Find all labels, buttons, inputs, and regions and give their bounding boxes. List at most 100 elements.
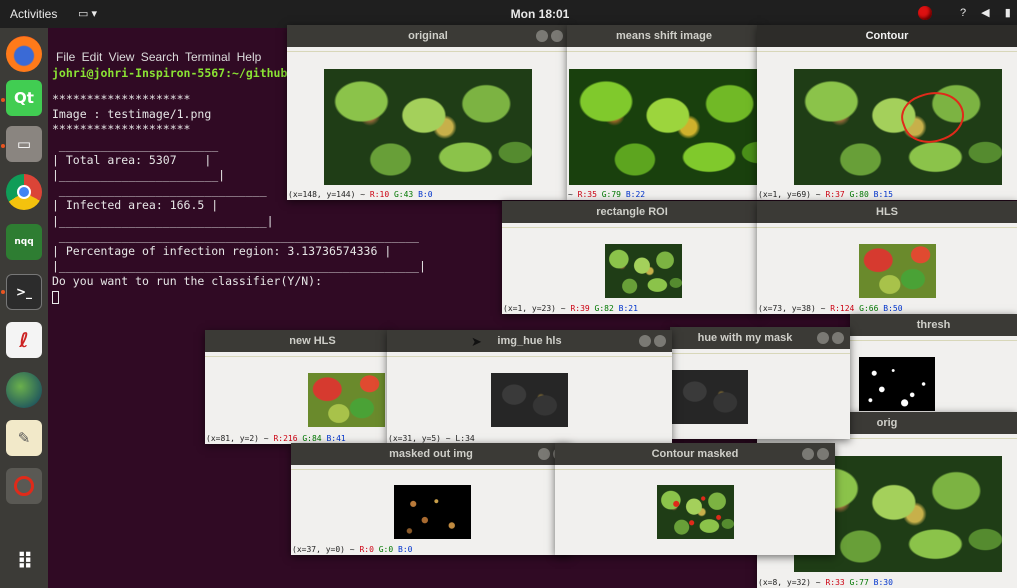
pixel-status: (x=1, y=69) ~ R:37 G:80 B:15 <box>758 190 893 199</box>
close-button[interactable] <box>551 30 563 42</box>
window-img-hue-hls[interactable]: img_hue hls (x=31, y=5) ~ L:34 <box>387 330 672 444</box>
hue-image <box>672 370 748 424</box>
toolbar-separator <box>291 469 571 470</box>
disabled-app-icon[interactable] <box>6 468 42 504</box>
terminal-line: | Infected area: 166.5 | <box>52 198 219 213</box>
window-title: Contour <box>865 30 909 42</box>
titlebar[interactable]: masked out img <box>291 443 571 465</box>
window-title: new HLS <box>289 335 336 347</box>
titlebar[interactable]: hue with my mask <box>670 327 850 349</box>
toolbar-separator <box>287 51 569 52</box>
leaf-image <box>794 69 1002 185</box>
titlebar[interactable]: new HLS <box>205 330 390 352</box>
system-tray[interactable]: ? ◀ ▮ <box>960 6 1017 19</box>
terminal-icon[interactable]: >_ <box>6 274 42 310</box>
window-title: img_hue hls <box>497 335 562 347</box>
top-bar: Activities ▭ ▾ Mon 18:01 ? ◀ ▮ <box>0 0 1017 28</box>
window-contour-masked[interactable]: Contour masked <box>555 443 835 555</box>
running-indicator <box>1 144 5 148</box>
clock[interactable]: Mon 18:01 <box>490 7 590 21</box>
hue-image <box>491 373 568 427</box>
terminal-line: ________________________________________… <box>52 228 419 243</box>
leaf-image <box>324 69 532 185</box>
leaf-image <box>859 244 936 298</box>
window-hue-with-mask[interactable]: hue with my mask <box>670 327 850 439</box>
close-button[interactable] <box>654 335 666 347</box>
window-original[interactable]: original (x=148, y=144) ~ R:10 G:43 B:0 <box>287 25 569 200</box>
masked-image <box>394 485 471 539</box>
titlebar[interactable]: Contour masked <box>555 443 835 465</box>
pixel-status: (x=8, y=32) ~ R:33 G:77 B:30 <box>758 578 893 587</box>
titlebar[interactable]: img_hue hls <box>387 330 672 352</box>
toolbar-separator <box>502 227 762 228</box>
window-new-hls[interactable]: new HLS (x=81, y=2) ~ R:216 G:84 B:41 <box>205 330 390 444</box>
window-title: means shift image <box>616 30 712 42</box>
pixel-status: (x=1, y=23) ~ R:39 G:82 B:21 <box>503 304 638 313</box>
titlebar[interactable]: thresh <box>850 314 1017 336</box>
window-rectangle-roi[interactable]: rectangle ROI (x=1, y=23) ~ R:39 G:82 B:… <box>502 201 762 314</box>
pixel-status: ~ R:35 G:79 B:22 <box>568 190 646 199</box>
terminal-menubar[interactable]: File Edit View Search Terminal Help <box>56 50 261 64</box>
files-icon[interactable]: ▭ <box>6 126 42 162</box>
toolbar-separator <box>670 353 850 354</box>
terminal-line: Do you want to run the classifier(Y/N): <box>52 274 323 289</box>
window-title: masked out img <box>389 448 473 460</box>
window-hls[interactable]: HLS (x=73, y=38) ~ R:124 G:66 B:50 <box>757 201 1017 314</box>
leaf-image <box>657 485 734 539</box>
terminal-prompt: johri@johri-Inspiron-5567:~/github/ <box>52 66 295 80</box>
window-title: thresh <box>916 319 951 331</box>
toolbar-separator <box>757 51 1017 52</box>
toolbar-separator <box>567 51 761 52</box>
mouse-pointer-icon: ➤ <box>471 335 482 350</box>
dock: Qt ▭ nqq >_ ℓ ✎ ⠿ <box>0 28 48 588</box>
terminal-line: | Percentage of infection region: 3.1373… <box>52 244 392 259</box>
firefox-icon[interactable] <box>6 36 42 72</box>
window-means-shift[interactable]: means shift image ~ R:35 G:79 B:22 <box>567 25 761 200</box>
toolbar-separator <box>757 227 1017 228</box>
leaf-image <box>308 373 385 427</box>
minimize-button[interactable] <box>639 335 651 347</box>
minimize-button[interactable] <box>817 332 829 344</box>
pixel-status: (x=148, y=144) ~ R:10 G:43 B:0 <box>288 190 433 199</box>
pixel-status: (x=73, y=38) ~ R:124 G:66 B:50 <box>758 304 903 313</box>
minimize-button[interactable] <box>802 448 814 460</box>
text-editor-icon[interactable]: ✎ <box>6 420 42 456</box>
toolbar-separator <box>205 356 390 357</box>
minimize-button[interactable] <box>536 30 548 42</box>
window-title: HLS <box>876 206 898 218</box>
app-grid-icon[interactable]: ⠿ <box>6 544 42 580</box>
chrome-icon[interactable] <box>6 174 42 210</box>
window-title: original <box>408 30 448 42</box>
pixel-status: (x=31, y=5) ~ L:34 <box>388 434 475 443</box>
threshold-image <box>859 357 935 411</box>
window-title: Contour masked <box>651 448 739 460</box>
toolbar-separator <box>555 469 835 470</box>
minimize-button[interactable] <box>538 448 550 460</box>
titlebar[interactable]: rectangle ROI <box>502 201 762 223</box>
pixel-status: (x=37, y=0) ~ R:0 G:0 B:0 <box>292 545 413 554</box>
terminal-line: |_______________________________________… <box>52 259 426 274</box>
running-indicator <box>1 98 5 102</box>
close-button[interactable] <box>832 332 844 344</box>
titlebar[interactable]: original <box>287 25 569 47</box>
titlebar[interactable]: means shift image <box>567 25 761 47</box>
running-indicator <box>1 290 5 294</box>
evince-icon[interactable]: ℓ <box>6 322 42 358</box>
titlebar[interactable]: HLS <box>757 201 1017 223</box>
activities-button[interactable]: Activities <box>10 7 57 21</box>
globe-icon[interactable] <box>6 372 42 408</box>
qt-icon[interactable]: Qt <box>6 80 42 116</box>
app-menu-indicator[interactable]: ▭ ▾ <box>78 7 97 20</box>
toolbar-separator <box>387 356 672 357</box>
leaf-image <box>605 244 682 298</box>
terminal-cursor <box>52 290 59 304</box>
record-icon[interactable] <box>918 6 932 20</box>
close-button[interactable] <box>817 448 829 460</box>
window-thresh[interactable]: thresh <box>850 314 1017 414</box>
terminal-line: |______________________________| <box>52 213 274 228</box>
nqq-icon[interactable]: nqq <box>6 224 42 260</box>
titlebar[interactable]: Contour <box>757 25 1017 47</box>
pixel-status: (x=81, y=2) ~ R:216 G:84 B:41 <box>206 434 346 443</box>
window-contour[interactable]: Contour (x=1, y=69) ~ R:37 G:80 B:15 <box>757 25 1017 200</box>
window-masked-out[interactable]: masked out img (x=37, y=0) ~ R:0 G:0 B:0 <box>291 443 571 555</box>
